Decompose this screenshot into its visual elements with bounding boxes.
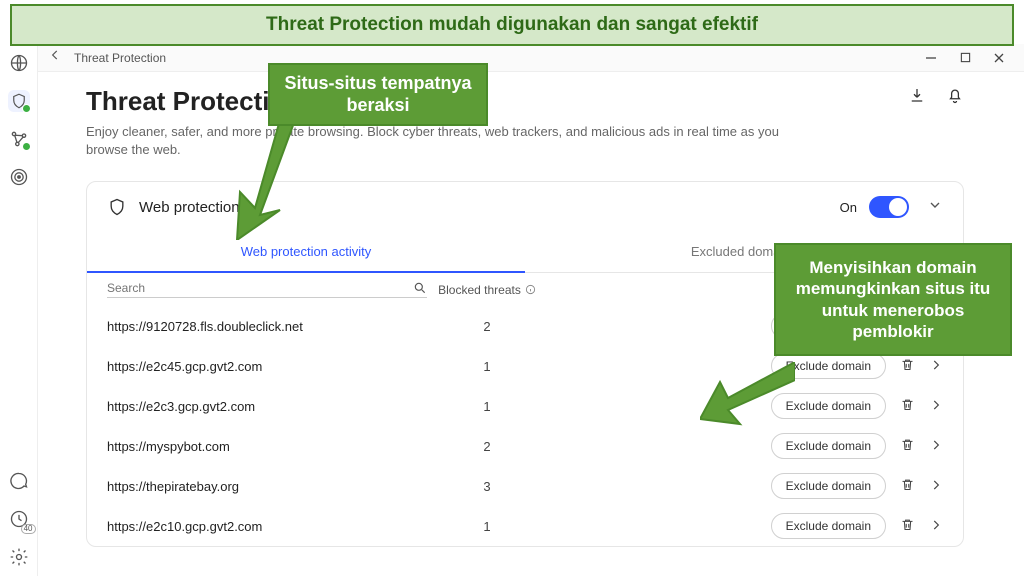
search-input[interactable] (107, 281, 413, 295)
chevron-right-icon[interactable] (929, 518, 943, 535)
exclude-domain-button[interactable]: Exclude domain (771, 473, 886, 499)
threat-url: https://e2c45.gcp.gvt2.com (107, 359, 427, 374)
blocked-threats-header: Blocked threats (427, 283, 547, 297)
web-protection-card: Web protection On Web protection activit… (86, 181, 964, 547)
info-icon[interactable] (525, 284, 536, 295)
expand-chevron-icon[interactable] (927, 197, 943, 218)
threat-count: 3 (427, 479, 547, 494)
threat-row: https://thepiratebay.org3 Exclude domain (87, 466, 963, 506)
clock-icon[interactable]: 40 (8, 508, 30, 530)
trash-icon[interactable] (900, 477, 915, 495)
annotation-arrow-1 (225, 120, 295, 240)
minimize-button[interactable] (914, 46, 948, 70)
card-shield-icon (107, 197, 127, 217)
trash-icon[interactable] (900, 437, 915, 455)
download-icon[interactable] (908, 86, 926, 104)
radar-icon[interactable] (8, 166, 30, 188)
window-title: Threat Protection (74, 51, 166, 65)
threat-url: https://e2c3.gcp.gvt2.com (107, 399, 427, 414)
page-title: Threat Protection (86, 86, 964, 117)
trash-icon[interactable] (900, 357, 915, 375)
back-button[interactable] (46, 48, 64, 67)
toggle-label: On (840, 200, 857, 215)
threat-row: https://myspybot.com2 Exclude domain (87, 426, 963, 466)
page-description: Enjoy cleaner, safer, and more private b… (86, 123, 806, 159)
trash-icon[interactable] (900, 517, 915, 535)
chevron-right-icon[interactable] (929, 398, 943, 415)
threat-count: 1 (427, 359, 547, 374)
chevron-right-icon[interactable] (929, 358, 943, 375)
annotation-arrow-2 (700, 362, 795, 432)
threat-count: 1 (427, 519, 547, 534)
card-header: Web protection On (87, 182, 963, 232)
threat-url: https://thepiratebay.org (107, 479, 427, 494)
chevron-right-icon[interactable] (929, 478, 943, 495)
chevron-right-icon[interactable] (929, 438, 943, 455)
threat-url: https://9120728.fls.doubleclick.net (107, 319, 427, 334)
threat-url: https://e2c10.gcp.gvt2.com (107, 519, 427, 534)
shield-icon[interactable] (8, 90, 30, 112)
search-field[interactable] (107, 281, 427, 298)
globe-icon[interactable] (8, 52, 30, 74)
help-icon[interactable] (8, 470, 30, 492)
threat-count: 1 (427, 399, 547, 414)
threat-row: https://e2c10.gcp.gvt2.com1 Exclude domai… (87, 506, 963, 546)
bell-icon[interactable] (946, 86, 964, 104)
search-icon (413, 281, 427, 295)
protection-toggle[interactable] (869, 196, 909, 218)
maximize-button[interactable] (948, 46, 982, 70)
tab-activity[interactable]: Web protection activity (87, 232, 525, 273)
annotation-callout-2: Menyisihkan domain memungkinkan situs it… (774, 243, 1012, 356)
nav-sidebar: 40 (0, 44, 38, 576)
mesh-icon[interactable] (8, 128, 30, 150)
threat-row: https://e2c3.gcp.gvt2.com1Exclude domain (87, 386, 963, 426)
annotation-banner: Threat Protection mudah digunakan dan sa… (10, 4, 1014, 46)
exclude-domain-button[interactable]: Exclude domain (771, 513, 886, 539)
exclude-domain-button[interactable]: Exclude domain (771, 433, 886, 459)
threat-count: 2 (427, 319, 547, 334)
trash-icon[interactable] (900, 397, 915, 415)
annotation-callout-1: Situs-situs tempatnya beraksi (268, 63, 488, 126)
close-button[interactable] (982, 46, 1016, 70)
threat-url: https://myspybot.com (107, 439, 427, 454)
clock-badge: 40 (21, 524, 36, 534)
settings-icon[interactable] (8, 546, 30, 568)
threat-count: 2 (427, 439, 547, 454)
window-titlebar: Threat Protection (38, 44, 1024, 72)
